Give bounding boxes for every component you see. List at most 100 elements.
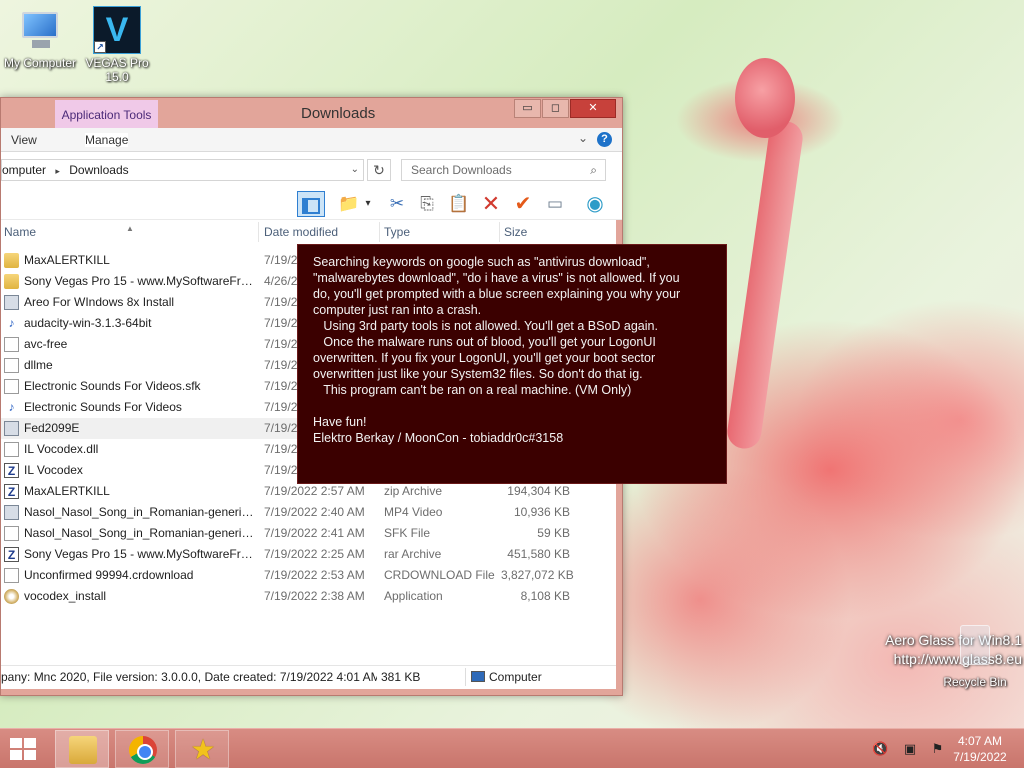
installer-icon <box>4 589 19 604</box>
breadcrumb-downloads[interactable]: Downloads <box>69 160 128 180</box>
chevron-down-icon[interactable]: ▾ <box>361 191 375 217</box>
file-name: audacity-win-3.1.3-64bit <box>24 316 152 330</box>
rename-icon[interactable]: ▭ <box>541 191 569 217</box>
file-date: 7/19/2022 2:41 AM <box>264 526 365 540</box>
file-name: Sony Vegas Pro 15 - www.MySoftwareFre... <box>24 274 254 288</box>
desktop-icon-my-computer[interactable]: My Computer <box>0 6 80 70</box>
malware-message-box: Searching keywords on google such as "an… <box>297 244 727 484</box>
action-center-icon[interactable]: ⚑ <box>932 741 944 756</box>
tab-manage[interactable]: Manage <box>85 133 129 147</box>
file-row[interactable]: Z Sony Vegas Pro 15 - www.MySoftwareFre..… <box>1 544 616 565</box>
application-icon <box>4 505 19 520</box>
close-button[interactable]: ✕ <box>570 99 616 118</box>
start-button[interactable] <box>10 738 38 760</box>
file-name: Areo For WIndows 8x Install <box>24 295 175 309</box>
title-bar[interactable]: Application Tools Downloads ▭ ◻ ✕ <box>1 98 622 130</box>
clock-date: 7/19/2022 <box>953 750 1007 764</box>
file-row[interactable]: Unconfirmed 99994.crdownload 7/19/2022 2:… <box>1 565 616 586</box>
file-date: 7/19/2022 2:25 AM <box>264 547 365 561</box>
file-name: IL Vocodex <box>24 463 83 477</box>
desktop-icon-recycle-bin[interactable]: Recycle Bin <box>935 625 1015 689</box>
clock[interactable]: 4:07 AM 7/19/2022 <box>946 733 1014 765</box>
flower-stem <box>725 119 805 451</box>
system-tray: 🔇 ▣ ⚑ <box>872 741 955 757</box>
file-name: dllme <box>24 358 53 372</box>
taskbar-chrome[interactable] <box>115 730 169 768</box>
folder-options-icon[interactable]: 📁 <box>335 191 363 217</box>
file-date: 7/19/2022 2:40 AM <box>264 505 365 519</box>
message-line: Searching keywords on google such as "an… <box>313 255 650 269</box>
file-size: 59 KB <box>537 526 570 540</box>
archive-icon: Z <box>4 463 19 478</box>
column-header-type[interactable]: Type <box>384 220 499 244</box>
paste-icon[interactable]: 📋 <box>445 191 473 217</box>
file-row[interactable]: Z MaxALERTKILL 7/19/2022 2:57 AM zip Archiv… <box>1 481 616 502</box>
address-bar[interactable]: omputer ▸ Downloads ⌄ <box>1 159 364 181</box>
taskbar-file-explorer[interactable] <box>55 730 109 768</box>
application-icon <box>4 421 19 436</box>
volume-muted-icon[interactable]: 🔇 <box>872 741 888 756</box>
file-size: 10,936 KB <box>513 505 570 519</box>
message-line: overwritten. If you fix your LogonUI, yo… <box>313 351 656 365</box>
file-row[interactable]: Nasol_Nasol_Song_in_Romanian-generic... 7… <box>1 523 616 544</box>
archive-icon: Z <box>4 484 19 499</box>
properties-icon[interactable]: ✔ <box>509 191 537 217</box>
column-header-name[interactable]: Name ▲ <box>4 220 254 244</box>
column-header-size[interactable]: Size <box>504 220 584 244</box>
desktop-icon-vegas-pro[interactable]: V ↗ VEGAS Pro 15.0 <box>77 6 157 84</box>
ribbon-tabs: View Manage ⌄ ? <box>1 128 622 152</box>
desktop-icon-label: VEGAS Pro 15.0 <box>85 56 149 84</box>
help-icon[interactable]: ? <box>597 132 612 147</box>
status-details: pany: Mnc 2020, File version: 3.0.0.0, D… <box>1 670 377 684</box>
chevron-down-icon[interactable]: ⌄ <box>351 160 359 180</box>
maximize-button[interactable]: ◻ <box>542 99 569 118</box>
message-line: Once the malware runs out of blood, you'… <box>313 335 656 349</box>
search-input[interactable]: Search Downloads ⌕ <box>401 159 606 181</box>
minimize-button[interactable]: ▭ <box>514 99 541 118</box>
chevron-down-icon[interactable]: ⌄ <box>578 131 588 145</box>
contextual-tab-application-tools[interactable]: Application Tools <box>55 100 158 130</box>
breadcrumb-separator-icon[interactable]: ▸ <box>55 161 60 181</box>
file-type: zip Archive <box>384 484 443 498</box>
audio-file-icon: ♪ <box>8 400 15 414</box>
desktop-icon-label: My Computer <box>3 56 77 70</box>
computer-icon <box>16 6 64 54</box>
navigation-bar: omputer ▸ Downloads ⌄ ↻ Search Downloads… <box>1 152 622 188</box>
file-date: 7/19/2022 2:38 AM <box>264 589 365 603</box>
delete-icon[interactable]: ✕ <box>477 191 505 217</box>
copy-icon[interactable]: ⎘ <box>413 191 441 217</box>
desktop-icon-label: Recycle Bin <box>943 675 1007 689</box>
file-size: 451,580 KB <box>507 547 570 561</box>
file-type: SFK File <box>384 526 431 540</box>
file-size: 8,108 KB <box>520 589 570 603</box>
message-line: do, you'll get prompted with a blue scre… <box>313 287 681 301</box>
refresh-button[interactable]: ↻ <box>367 159 391 181</box>
star-icon: ★ <box>190 734 216 765</box>
file-size: 194,304 KB <box>507 484 570 498</box>
tab-view[interactable]: View <box>11 133 37 147</box>
network-icon[interactable]: ▣ <box>904 741 916 756</box>
file-date: 7/19/2022 2:57 AM <box>264 484 365 498</box>
taskbar-favorite-app[interactable]: ★ <box>175 730 229 768</box>
status-bar: pany: Mnc 2020, File version: 3.0.0.0, D… <box>1 665 616 689</box>
preview-pane-icon[interactable] <box>297 191 325 217</box>
column-header-date[interactable]: Date modified <box>264 220 379 244</box>
file-row[interactable]: Nasol_Nasol_Song_in_Romanian-generic... 7… <box>1 502 616 523</box>
cut-icon[interactable]: ✂ <box>383 191 411 217</box>
search-icon[interactable]: ⌕ <box>590 160 597 180</box>
breadcrumb-computer[interactable]: omputer <box>2 160 46 180</box>
computer-icon <box>471 671 485 682</box>
file-name: avc-free <box>24 337 68 351</box>
message-line: This program can't be ran on a real mach… <box>313 383 632 397</box>
globe-icon[interactable]: ◉ <box>581 191 609 217</box>
file-row[interactable]: vocodex_install 7/19/2022 2:38 AM Applicat… <box>1 586 616 607</box>
message-line: Using 3rd party tools is not allowed. Yo… <box>313 319 658 333</box>
message-line: Elektro Berkay / MoonCon - tobiaddr0c#31… <box>313 431 564 445</box>
file-type: CRDOWNLOAD File <box>384 568 495 582</box>
message-line: overwritten just like your System32 file… <box>313 367 643 381</box>
status-size: 381 KB <box>381 670 421 684</box>
sort-ascending-icon: ▲ <box>126 224 134 233</box>
windows-logo-icon <box>10 738 22 748</box>
file-icon <box>4 379 19 394</box>
file-name: Unconfirmed 99994.crdownload <box>24 568 194 582</box>
